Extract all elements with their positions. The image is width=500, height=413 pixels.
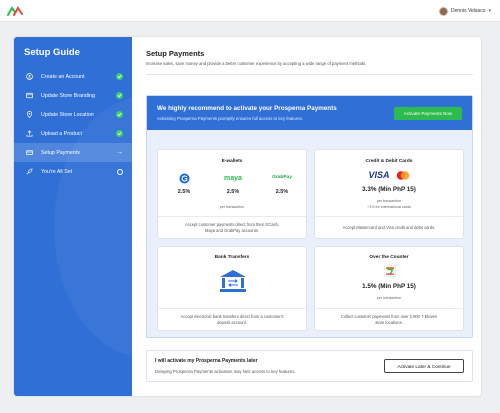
sidebar-item-all-set[interactable]: You're All Set [14,162,132,181]
per-transaction-note: per transaction [219,205,245,209]
per-transaction-note: per transaction [376,296,402,300]
gcash-option: 2.5% [164,172,204,195]
prosperna-logo-icon[interactable] [7,6,23,16]
user-circle-icon [26,73,33,80]
chevron-down-icon: ▾ [488,7,491,14]
store-card-icon [26,92,33,99]
top-bar: Dennis Velasco ▾ [0,0,500,22]
card-brands: VISA [315,170,463,180]
seven-eleven-icon [384,265,396,277]
card-description: Accept Mastercard and Visa credit and de… [342,224,436,230]
user-menu[interactable]: Dennis Velasco ▾ [439,4,491,18]
avatar [439,6,449,16]
card-title: Bank Transfers [214,255,250,260]
card-footer: Accept electronic bank transfers direct … [158,308,306,330]
upload-icon [26,130,33,137]
visa-logo: VISA [368,170,390,180]
over-the-counter-card: Over the Counter 1.5% (Min PhP 15) per t… [314,246,464,331]
sidebar-item-label: Upload a Product [41,130,82,137]
bank-transfers-card: Bank Transfers Accept electronic bank tr… [157,246,307,331]
card-description: Accept electronic bank transfers direct … [180,314,284,325]
check-icon [116,130,123,137]
sidebar-item-store-location[interactable]: Update Store Location [14,105,132,124]
activate-later-button[interactable]: Activate Later & Continue [384,359,464,373]
check-icon [116,111,123,118]
ewallets-card: E-wallets 2.5% maya 2.5% GrabPay 2.5% pe… [157,149,307,239]
card-description: Accept customer payments direct from the… [185,222,279,233]
grabpay-logo: GrabPay [262,172,302,184]
otc-rate: 1.5% (Min PhP 15) [362,283,416,290]
later-title: I will activate my Prosperna Payments la… [155,358,258,364]
sidebar-item-store-branding[interactable]: Update Store Branding [14,86,132,105]
grabpay-logo-text: GrabPay [272,174,292,180]
maya-option: maya 2.5% [213,172,253,196]
page-title: Setup Payments [146,49,205,58]
recommend-subtitle: Activating Prosperna Payments promptly e… [157,116,303,121]
sidebar-item-label: You're All Set [41,168,73,175]
sidebar-item-label: Update Store Location [41,111,94,118]
divider [146,74,473,75]
sidebar-item-label: Setup Payments [41,149,80,156]
recommend-title: We highly recommend to activate your Pro… [157,105,337,112]
card-title: Over the Counter [369,255,409,260]
wallet-icon [26,149,33,156]
location-pin-icon [26,111,33,118]
recommend-panel: We highly recommend to activate your Pro… [146,95,473,338]
card-footer: Accept customer payments direct from the… [158,216,306,238]
card-title: E-wallets [221,159,243,164]
activate-later-panel: I will activate my Prosperna Payments la… [146,350,473,382]
sidebar-item-upload-product[interactable]: Upload a Product [14,124,132,143]
sidebar-title: Setup Guide [24,47,80,58]
rocket-icon [26,168,33,175]
gcash-rate: 2.5% [177,189,191,195]
per-transaction-note: per transaction [376,199,402,203]
arrow-right-icon: → [116,149,123,156]
international-fee-note: +1% for international cards [367,205,411,209]
mastercard-logo-icon [396,170,409,180]
later-subtitle: Delaying Prosperna Payments activation m… [155,369,296,374]
card-title: Credit & Debit Cards [365,159,413,164]
activate-payments-button[interactable]: Activate Payments Now [394,107,462,120]
grabpay-option: GrabPay 2.5% [262,172,302,195]
bank-transfer-icon [220,270,246,292]
sidebar-item-label: Create an Account [41,73,85,80]
sidebar-item-label: Update Store Branding [41,92,95,99]
card-footer: Collect customer payments from over 2,90… [315,308,463,330]
setup-guide-panel: Setup Guide Create an Account Update Sto… [14,37,481,396]
card-footer: Accept Mastercard and Visa credit and de… [315,216,463,238]
check-icon [116,92,123,99]
maya-logo: maya [213,172,253,184]
recommend-header: We highly recommend to activate your Pro… [147,96,472,130]
sidebar-item-create-account[interactable]: Create an Account [14,67,132,86]
maya-rate: 2.5% [226,189,240,195]
user-name: Dennis Velasco [451,8,486,14]
grabpay-rate: 2.5% [275,189,289,195]
maya-logo-text: maya [224,174,242,182]
main-content: Setup Payments Increase sales, save mone… [132,37,481,396]
credit-debit-card: Credit & Debit Cards VISA 3.3% (Min PhP … [314,149,464,239]
setup-guide-sidebar: Setup Guide Create an Account Update Sto… [14,37,132,396]
page-subtitle: Increase sales, save money and provide a… [146,61,367,66]
pending-circle-icon [116,168,123,175]
card-rate: 3.3% (Min PhP 15) [362,186,416,193]
sidebar-item-setup-payments[interactable]: Setup Payments → [14,143,132,162]
card-description: Collect customer payments from over 2,90… [340,314,438,325]
check-icon [116,73,123,80]
gcash-logo-icon [164,172,204,184]
